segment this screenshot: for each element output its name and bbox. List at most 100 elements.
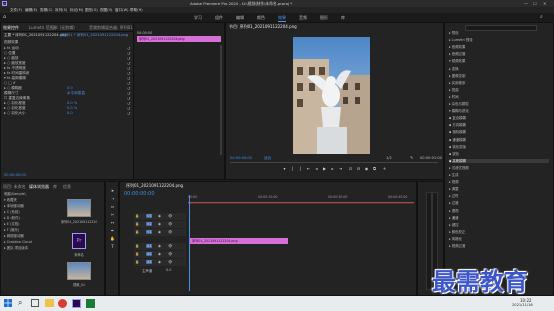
browser-tree-item-5[interactable]: ▸ F (娱乐)	[4, 228, 19, 232]
effects-tree-item-30[interactable]: ▸ 视频过渡	[449, 244, 465, 248]
effect-value-13[interactable]: 0.0	[67, 111, 73, 116]
sequence-clip-label[interactable]: 序列01 * 序列01_2021091122204.png	[61, 33, 128, 38]
mini-timeline-clip[interactable]: 序列01_2021091122204.png	[137, 36, 221, 42]
step-forward-icon[interactable]: ▸	[330, 166, 335, 171]
mini-scrollbar[interactable]	[220, 45, 222, 155]
extract-icon[interactable]: ⊟	[356, 166, 361, 171]
browser-tree-item-1[interactable]: ▸ 本地驱动器	[4, 204, 24, 208]
go-to-out-icon[interactable]: ⇥	[338, 166, 343, 171]
effects-tree-item-19[interactable]: ▸ 沉浸式视频	[449, 166, 469, 170]
search-taskbar-icon[interactable]: ⌕	[18, 298, 22, 308]
browser-tree-item-3[interactable]: ▸ D (软件)	[4, 216, 20, 220]
effects-tree-item-6[interactable]: ▸ 图像控制	[449, 74, 465, 78]
track-toggle-icon[interactable]: ◉	[158, 222, 161, 226]
effects-tree-item-13[interactable]: ▪ 方向模糊	[449, 123, 466, 127]
master-track-value[interactable]: 0.0	[166, 268, 171, 272]
effects-tree-item-7[interactable]: ▸ 实用程序	[449, 81, 465, 85]
effects-tree-item-9[interactable]: ▸ 时间	[449, 95, 459, 99]
timeline-ruler[interactable]: 00:00 00:00:15:00 00:00:30:00 00:00:45:00	[188, 195, 414, 204]
media-thumbnail[interactable]: Pr 未命名	[61, 232, 97, 258]
browser-tree-item-6[interactable]: ▸ 网络驱动器	[4, 234, 24, 238]
effects-search[interactable]	[465, 25, 537, 31]
effects-tree-item-22[interactable]: ▸ 调整	[449, 187, 459, 191]
effects-tree-item-24[interactable]: ▸ 过渡	[449, 201, 459, 205]
ripple-edit-icon[interactable]: ⇔	[110, 204, 115, 209]
mark-in-icon[interactable]: ▾	[282, 166, 287, 171]
media-thumbnail[interactable]: 视频_01	[61, 262, 97, 288]
track-header-A2[interactable]: 🔒 A2 ◉ 👁	[134, 251, 186, 258]
effects-tree-item-10[interactable]: ▸ 杂色与颗粒	[449, 102, 469, 106]
export-frame-icon[interactable]: ◉	[364, 166, 369, 171]
work-area-bar[interactable]	[188, 202, 414, 203]
effect-value-9[interactable]: 水平和垂直	[67, 91, 85, 96]
razor-tool-icon[interactable]: ✂	[110, 212, 115, 217]
track-eye-icon[interactable]: 👁	[168, 230, 172, 234]
browser-tree-item-0[interactable]: ▾ 收藏夹	[4, 198, 17, 202]
menu-item-8[interactable]: 帮助(H)	[130, 8, 143, 13]
effect-row-13[interactable]: ▸ ○ 羽化大小	[4, 111, 26, 116]
menu-item-5[interactable]: 图形(G)	[85, 8, 98, 13]
timeline-timecode[interactable]: 00:00:00:00	[124, 191, 155, 197]
wrench-icon[interactable]: ✎	[410, 155, 413, 160]
selection-tool-icon[interactable]: ➤	[110, 188, 115, 193]
workspace-tab-1[interactable]: 组件	[215, 15, 223, 21]
browser-icon[interactable]	[58, 299, 67, 308]
fit-dropdown[interactable]: 适合	[264, 156, 271, 161]
slip-tool-icon[interactable]: ↔	[110, 220, 115, 225]
resolution-dropdown[interactable]: 1/2	[386, 156, 392, 160]
track-toggle-icon[interactable]: ◉	[158, 260, 161, 264]
step-back-icon[interactable]: ◂	[314, 166, 319, 171]
media-thumbnail[interactable]: 序列01_202109112220...	[61, 199, 97, 225]
effects-tree-item-18[interactable]: ▪ 高斯模糊	[449, 158, 549, 163]
track-header-V1[interactable]: 🔒 V1 ◉ 👁	[134, 229, 186, 236]
maximize-button[interactable]: ☐	[533, 1, 537, 6]
type-tool-icon[interactable]: T	[110, 244, 115, 249]
playhead[interactable]	[189, 195, 190, 291]
workspace-tab-6[interactable]: 图形	[320, 15, 328, 21]
workspace-tab-2[interactable]: 编辑	[236, 15, 244, 21]
effects-tree-item-5[interactable]: ▸ 变换	[449, 67, 459, 71]
track-toggle-icon[interactable]: ◉	[158, 214, 161, 218]
effects-tree-item-21[interactable]: ▸ 视频	[449, 180, 459, 184]
menu-item-0[interactable]: 文件(F)	[10, 8, 22, 13]
play-icon[interactable]: ▶	[322, 166, 327, 171]
effects-tree-item-20[interactable]: ▸ 生成	[449, 173, 459, 177]
track-lock-icon[interactable]: 🔒	[135, 252, 139, 256]
track-lock-icon[interactable]: 🔒	[135, 222, 139, 226]
source-tab-0[interactable]: 效果控件	[3, 24, 19, 31]
effects-tree-item-2[interactable]: ▸ 音频效果	[449, 45, 465, 49]
effects-tree-item-0[interactable]: ▸ 预设	[449, 31, 459, 35]
track-header-V3[interactable]: 🔒 V3 ◉ 👁	[134, 213, 186, 220]
project-tab-2[interactable]: 库	[53, 183, 57, 190]
effects-tree-item-27[interactable]: ▸ 键控	[449, 223, 459, 227]
effects-tree-item-29[interactable]: ▸ 风格化	[449, 237, 462, 241]
effects-tree-item-4[interactable]: ▾ 视频效果	[449, 59, 465, 63]
track-select-icon[interactable]: ⇢	[110, 196, 115, 201]
source-tab-1[interactable]: Lumetri 范围	[29, 24, 54, 31]
program-timecode-left[interactable]: 00:00:00:00	[230, 156, 252, 160]
menu-item-2[interactable]: 剪辑(C)	[40, 8, 53, 13]
browser-tree-item-8[interactable]: ▸ 团队 项目版本	[4, 246, 28, 250]
system-tray-date[interactable]: 2021/11/16	[512, 303, 533, 307]
source-tab-3[interactable]: 音频剪辑混合器: 序列01	[89, 24, 133, 31]
effects-tree-item-8[interactable]: ▸ 扭曲	[449, 88, 459, 92]
track-header-A3[interactable]: 🔒 A3 ◉ 👁	[134, 259, 186, 266]
menu-item-7[interactable]: 窗口(W)	[115, 8, 129, 13]
file-explorer-icon[interactable]	[45, 299, 54, 307]
effect-controls-timecode[interactable]: 00:00:00:00	[4, 173, 26, 177]
close-button[interactable]: ✕	[543, 1, 546, 6]
track-eye-icon[interactable]: 👁	[168, 222, 172, 226]
menu-item-4[interactable]: 标记(M)	[70, 8, 83, 13]
effects-tree-item-28[interactable]: ▸ 颜色校正	[449, 230, 465, 234]
app-taskbar-icon[interactable]	[86, 299, 95, 308]
go-to-in-icon[interactable]: ⇤	[306, 166, 311, 171]
add-button-icon[interactable]: +	[382, 166, 387, 171]
effects-tree-item-25[interactable]: ▸ 透视	[449, 209, 459, 213]
task-view-icon[interactable]	[31, 299, 39, 307]
track-eye-icon[interactable]: 👁	[168, 214, 172, 218]
pen-tool-icon[interactable]: ✒	[110, 228, 115, 233]
menu-item-6[interactable]: 视图(V)	[100, 8, 112, 13]
compare-icon[interactable]: ⧉	[372, 166, 377, 171]
effects-tree-item-12[interactable]: ▪ 复合模糊	[449, 116, 466, 120]
premiere-taskbar-icon[interactable]	[72, 299, 81, 308]
